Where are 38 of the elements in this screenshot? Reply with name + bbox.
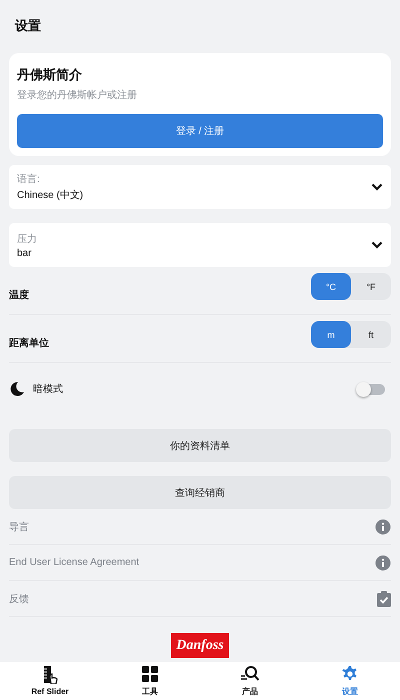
unit-option[interactable]: °F: [351, 273, 391, 300]
setting-label: 距离单位: [9, 336, 49, 350]
login-button[interactable]: 登录 / 注册: [17, 114, 383, 148]
info-icon[interactable]: [375, 518, 391, 534]
moon-icon: [9, 381, 25, 397]
action-button[interactable]: 查询经销商: [9, 476, 391, 509]
unit-option[interactable]: ft: [351, 321, 391, 348]
ruler-hand-icon: [41, 666, 59, 684]
nav-tab[interactable]: 产品: [200, 662, 300, 700]
chevron-down-icon: [371, 183, 383, 191]
action-button[interactable]: 你的资料清单: [9, 429, 391, 462]
grid-icon: [141, 665, 159, 683]
setting-label: 暗模式: [33, 382, 64, 396]
unit-option[interactable]: m: [311, 321, 351, 348]
nav-tab[interactable]: 设置: [300, 662, 400, 700]
chevron-down-icon: [371, 241, 383, 249]
search-icon: [241, 665, 259, 683]
info-icon[interactable]: [375, 554, 391, 570]
dropdown-field[interactable]: 语言: Chinese (中文): [9, 165, 391, 209]
dropdown-field[interactable]: 压力 bar: [9, 223, 391, 267]
clipboard-check-icon[interactable]: [377, 590, 391, 606]
link-item[interactable]: End User License Agreement: [9, 557, 140, 568]
brand-logo: Danfoss: [171, 633, 229, 658]
link-item[interactable]: 反馈: [9, 592, 29, 606]
field-value: Chinese (中文): [17, 188, 84, 202]
card-subtitle: 登录您的丹佛斯帐户或注册: [17, 88, 137, 102]
page-title: 设置: [14, 17, 42, 35]
field-label: 压力: [17, 232, 37, 246]
settings-icon: [341, 665, 359, 683]
link-item[interactable]: 导言: [9, 520, 29, 534]
nav-tab[interactable]: 工具: [100, 662, 200, 700]
dark-mode-switch[interactable]: [358, 384, 385, 394]
field-value: bar: [17, 248, 32, 258]
card-title: 丹佛斯简介: [17, 66, 82, 84]
field-label: 语言:: [17, 172, 40, 186]
unit-option[interactable]: °C: [311, 273, 351, 300]
setting-label: 温度: [9, 288, 29, 302]
nav-tab[interactable]: Ref Slider: [0, 662, 100, 700]
